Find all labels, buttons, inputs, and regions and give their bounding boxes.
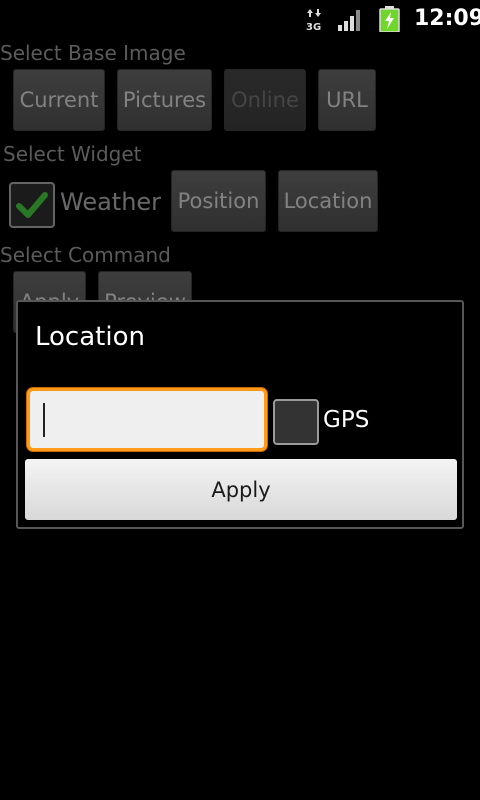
dialog-title: Location [35, 322, 145, 352]
location-input[interactable] [27, 388, 267, 451]
battery-charging-icon [379, 6, 400, 32]
svg-text:3G: 3G [306, 22, 321, 32]
status-bar: 3G 12:09 [0, 0, 480, 38]
location-dialog: Location GPS Apply [16, 300, 464, 529]
apply-button[interactable]: Apply [25, 459, 457, 520]
status-time: 12:09 [414, 6, 480, 31]
network-3g-icon: 3G [306, 9, 321, 32]
gps-checkbox[interactable] [273, 399, 319, 445]
signal-strength-icon [338, 10, 360, 31]
gps-label: GPS [323, 407, 370, 433]
text-caret [43, 403, 45, 437]
